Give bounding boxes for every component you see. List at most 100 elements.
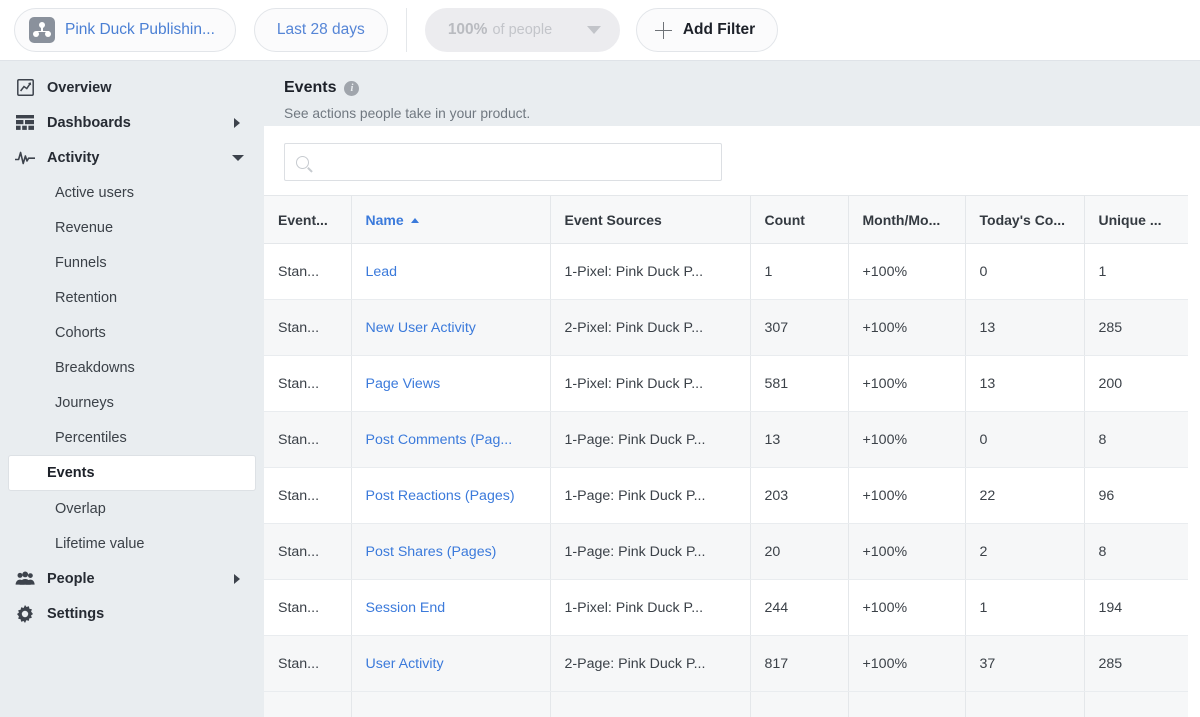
table-row[interactable]: Stan... Post Comments (Pag... 1-Page: Pi… (264, 411, 1188, 468)
sidebar-item-breakdowns[interactable]: Breakdowns (8, 350, 256, 385)
cell-todays-count: 0 (965, 243, 1085, 300)
cell-count: 13 (750, 411, 849, 468)
cell-todays-count: 13 (965, 299, 1085, 356)
cell-empty (351, 691, 551, 717)
cell-todays-count: 0 (965, 411, 1085, 468)
cell-event-sources: 1-Page: Pink Duck P... (550, 523, 751, 580)
page-subtitle: See actions people take in your product. (284, 106, 531, 121)
cell-count: 203 (750, 467, 849, 524)
cell-name[interactable]: Page Views (351, 355, 551, 412)
sidebar-item-retention[interactable]: Retention (8, 280, 256, 315)
column-header-event-sources[interactable]: Event Sources (550, 195, 751, 244)
cell-name[interactable]: User Activity (351, 635, 551, 692)
cell-name[interactable]: New User Activity (351, 299, 551, 356)
sidebar-item-journeys[interactable]: Journeys (8, 385, 256, 420)
sidebar-item-cohorts[interactable]: Cohorts (8, 315, 256, 350)
column-header-month-over-month[interactable]: Month/Mo... (848, 195, 966, 244)
sidebar-sub-label: Retention (55, 289, 118, 306)
sidebar-item-lifetime-value[interactable]: Lifetime value (8, 526, 256, 561)
people-percent-value: 100% (447, 21, 488, 38)
sidebar-item-events[interactable]: Events (8, 455, 256, 491)
event-name-link[interactable]: Lead (366, 264, 398, 280)
cell-name[interactable]: Session End (351, 579, 551, 636)
sidebar-item-overlap[interactable]: Overlap (8, 491, 256, 526)
table-row[interactable]: Stan... Session End 1-Pixel: Pink Duck P… (264, 579, 1188, 636)
table-row[interactable]: Stan... Lead 1-Pixel: Pink Duck P... 1 +… (264, 243, 1188, 300)
cell-event-type: Stan... (264, 243, 352, 300)
date-range-label: Last 28 days (276, 21, 365, 38)
column-header-todays-count[interactable]: Today's Co... (965, 195, 1085, 244)
cell-event-type: Stan... (264, 635, 352, 692)
sidebar-item-label: Settings (47, 605, 105, 622)
cell-event-type: Stan... (264, 299, 352, 356)
cell-event-sources: 1-Page: Pink Duck P... (550, 411, 751, 468)
event-name-link[interactable]: New User Activity (366, 320, 476, 336)
sidebar-sub-label: Cohorts (55, 324, 106, 341)
grid-icon (14, 112, 36, 134)
sort-ascending-icon (410, 217, 419, 223)
date-range-button[interactable]: Last 28 days (253, 8, 388, 52)
event-name-link[interactable]: User Activity (366, 656, 444, 672)
search-box[interactable] (284, 143, 722, 181)
cell-empty (965, 691, 1085, 717)
chevron-down-icon (586, 26, 601, 34)
column-label: Unique ... (1098, 211, 1162, 228)
sidebar-item-dashboards[interactable]: Dashboards (0, 105, 264, 140)
sidebar-item-active-users[interactable]: Active users (8, 175, 256, 210)
sidebar-item-revenue[interactable]: Revenue (8, 210, 256, 245)
sidebar: Overview Dashboards Activity Active user… (0, 61, 264, 717)
search-input[interactable] (318, 154, 710, 170)
table-row[interactable]: Stan... New User Activity 2-Pixel: Pink … (264, 299, 1188, 356)
table-header-row: Event... Name Event Sources Count Month/… (264, 195, 1188, 244)
add-filter-label: Add Filter (682, 21, 756, 38)
info-icon[interactable]: i (344, 80, 360, 96)
page-title: Events (284, 79, 337, 96)
sidebar-item-overview[interactable]: Overview (0, 70, 264, 105)
table-row[interactable]: Stan... User Activity 2-Page: Pink Duck … (264, 635, 1188, 692)
sidebar-item-label: Overview (47, 79, 112, 96)
event-name-link[interactable]: Post Shares (Pages) (366, 544, 497, 560)
cell-count: 20 (750, 523, 849, 580)
sidebar-item-activity[interactable]: Activity (0, 140, 264, 175)
cell-name[interactable]: Post Shares (Pages) (351, 523, 551, 580)
sidebar-item-label: Activity (47, 149, 100, 166)
chart-box-icon (14, 77, 36, 99)
event-name-link[interactable]: Session End (366, 600, 446, 616)
people-icon (14, 568, 36, 590)
add-filter-button[interactable]: Add Filter (635, 8, 779, 52)
cell-event-type: Stan... (264, 523, 352, 580)
event-name-link[interactable]: Post Reactions (Pages) (366, 488, 515, 504)
column-header-name[interactable]: Name (351, 195, 551, 244)
people-percent-suffix: of people (492, 22, 553, 38)
cell-count: 581 (750, 355, 849, 412)
column-header-unique[interactable]: Unique ... (1084, 195, 1188, 244)
sidebar-sub-label: Overlap (55, 500, 106, 517)
sidebar-item-settings[interactable]: Settings (0, 596, 264, 631)
event-name-link[interactable]: Page Views (366, 376, 441, 392)
table-row[interactable]: Stan... Post Shares (Pages) 1-Page: Pink… (264, 523, 1188, 580)
chevron-right-icon (234, 117, 240, 128)
sidebar-item-label: People (47, 570, 95, 587)
table-row[interactable]: Stan... Page Views 1-Pixel: Pink Duck P.… (264, 355, 1188, 412)
cell-name[interactable]: Lead (351, 243, 551, 300)
sidebar-item-people[interactable]: People (0, 561, 264, 596)
cell-name[interactable]: Post Comments (Pag... (351, 411, 551, 468)
sidebar-item-funnels[interactable]: Funnels (8, 245, 256, 280)
events-table-container[interactable]: Event... Name Event Sources Count Month/… (264, 195, 1200, 717)
cell-name[interactable]: Post Reactions (Pages) (351, 467, 551, 524)
cell-event-sources: 1-Page: Pink Duck P... (550, 467, 751, 524)
column-header-count[interactable]: Count (750, 195, 849, 244)
cell-event-type: Stan... (264, 411, 352, 468)
account-selector-button[interactable]: Pink Duck Publishin... (14, 8, 236, 52)
cell-todays-count: 22 (965, 467, 1085, 524)
people-percent-dropdown[interactable]: 100% of people (424, 8, 620, 52)
table-row[interactable]: Stan... Post Reactions (Pages) 1-Page: P… (264, 467, 1188, 524)
sidebar-item-percentiles[interactable]: Percentiles (8, 420, 256, 455)
event-name-link[interactable]: Post Comments (Pag... (366, 432, 513, 448)
cell-month-over-month: +100% (848, 523, 966, 580)
cell-event-sources: 2-Pixel: Pink Duck P... (550, 299, 751, 356)
page-header: Events i See actions people take in your… (264, 61, 1200, 126)
table-header: Event... Name Event Sources Count Month/… (264, 195, 1188, 244)
column-header-event-type[interactable]: Event... (264, 195, 352, 244)
cell-event-sources: 1-Pixel: Pink Duck P... (550, 243, 751, 300)
